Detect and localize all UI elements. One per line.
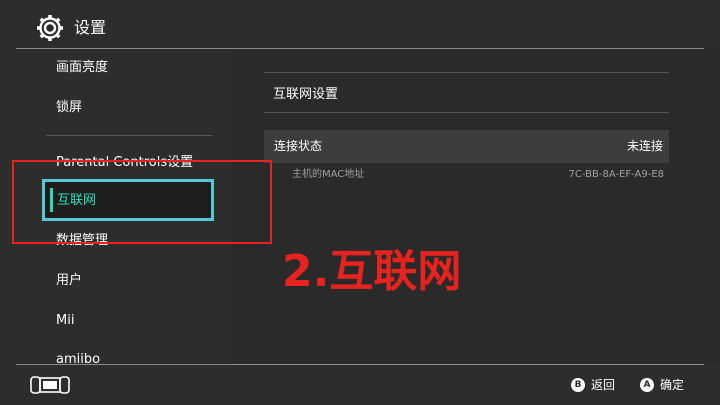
page-title: 设置	[74, 18, 107, 37]
sidebar-divider	[46, 135, 212, 136]
mac-address-label: 主机的MAC地址	[292, 169, 365, 180]
connection-status-value: 未连接	[626, 139, 663, 153]
annotation-highlight-box	[12, 160, 272, 244]
section-divider-top	[264, 72, 669, 73]
connection-status-label: 连接状态	[274, 139, 323, 153]
back-button[interactable]: 返回	[591, 377, 615, 393]
a-button-icon: A	[640, 378, 654, 392]
sidebar-item-amiibo[interactable]: amiibo	[56, 351, 100, 365]
sidebar-item-mii[interactable]: Mii	[56, 312, 74, 330]
section-divider-bottom	[264, 112, 669, 113]
confirm-button[interactable]: 确定	[660, 377, 684, 393]
section-title: 互联网设置	[273, 87, 339, 102]
footer: B 返回 A 确定	[0, 365, 720, 405]
sidebar-item-brightness[interactable]: 画面亮度	[56, 59, 108, 77]
header: 设置	[0, 0, 720, 52]
sidebar-item-lock-screen[interactable]: 锁屏	[56, 99, 82, 117]
connection-status-row[interactable]: 连接状态 未连接	[264, 130, 669, 163]
gear-icon	[37, 15, 63, 41]
b-button-icon: B	[571, 378, 585, 392]
annotation-text: 2.互联网	[282, 246, 462, 297]
switch-console-icon	[30, 376, 70, 394]
sidebar-item-users[interactable]: 用户	[56, 272, 82, 290]
mac-address-value: 7C-BB-8A-EF-A9-E8	[568, 169, 664, 180]
